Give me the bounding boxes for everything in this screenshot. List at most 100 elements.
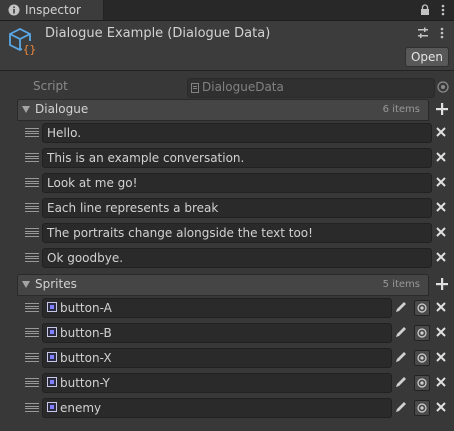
drag-handle-icon[interactable]: [25, 378, 39, 387]
sprites-list-title: Sprites: [35, 277, 77, 291]
sprite-name: button-B: [60, 326, 112, 340]
scriptable-object-icon: {}: [7, 26, 39, 58]
dialogue-line-field[interactable]: The portraits change alongside the text …: [42, 223, 432, 243]
pencil-icon[interactable]: [394, 325, 408, 339]
pencil-icon[interactable]: [394, 400, 408, 414]
pencil-icon[interactable]: [394, 300, 408, 314]
sprite-object-field[interactable]: button-A: [42, 298, 392, 318]
drag-handle-icon[interactable]: [25, 303, 39, 312]
drag-handle-icon[interactable]: [25, 228, 39, 237]
list-item: button-Y: [18, 370, 453, 395]
dialogue-line-text: Hello.: [47, 126, 82, 140]
list-item: This is an example conversation.: [18, 145, 453, 170]
remove-item-button[interactable]: [433, 124, 449, 140]
sprite-icon: [47, 402, 57, 412]
foldout-arrow-icon[interactable]: [22, 281, 30, 288]
sprite-icon: [47, 377, 57, 387]
list-item: enemy: [18, 395, 453, 420]
sprite-name: enemy: [60, 401, 102, 415]
drag-handle-icon[interactable]: [25, 353, 39, 362]
close-icon: [436, 252, 446, 262]
close-icon: [436, 227, 446, 237]
sprites-item-count: 5 items: [382, 279, 420, 290]
sprite-icon: [47, 302, 57, 312]
remove-item-button[interactable]: [433, 199, 449, 215]
plus-icon: [436, 278, 448, 290]
pencil-icon[interactable]: [394, 375, 408, 389]
plus-icon: [436, 103, 448, 115]
remove-item-button[interactable]: [433, 399, 449, 415]
lock-icon[interactable]: [418, 2, 432, 18]
dialogue-list: Dialogue 6 items Hello. This is an examp…: [17, 99, 452, 269]
dialogue-line-field[interactable]: Each line represents a break: [42, 198, 432, 218]
preset-icon[interactable]: [416, 25, 430, 41]
close-icon: [436, 377, 446, 387]
dialogue-line-field[interactable]: Look at me go!: [42, 173, 432, 193]
asset-title: Dialogue Example (Dialogue Data): [45, 26, 271, 41]
drag-handle-icon[interactable]: [25, 178, 39, 187]
tab-inspector[interactable]: Inspector: [0, 0, 104, 20]
list-item: button-B: [18, 320, 453, 345]
dialogue-line-text: This is an example conversation.: [47, 151, 245, 165]
sprites-list-header[interactable]: Sprites 5 items: [17, 274, 429, 296]
remove-item-button[interactable]: [433, 149, 449, 165]
sprite-name: button-X: [60, 351, 112, 365]
object-picker-icon[interactable]: [414, 375, 430, 391]
dialogue-list-header[interactable]: Dialogue 6 items: [17, 99, 429, 121]
object-picker-icon[interactable]: [414, 350, 430, 366]
sprites-add-button[interactable]: [432, 274, 452, 294]
sprites-list: Sprites 5 items button-A button-B button…: [17, 274, 452, 424]
dialogue-line-text: Look at me go!: [47, 176, 138, 190]
list-item: The portraits change alongside the text …: [18, 220, 453, 245]
drag-handle-icon[interactable]: [25, 128, 39, 137]
close-icon: [436, 402, 446, 412]
svg-text:{}: {}: [23, 43, 36, 56]
remove-item-button[interactable]: [433, 374, 449, 390]
remove-item-button[interactable]: [433, 174, 449, 190]
list-item: button-A: [18, 295, 453, 320]
dialogue-line-text: Each line represents a break: [47, 201, 219, 215]
drag-handle-icon[interactable]: [25, 203, 39, 212]
remove-item-button[interactable]: [433, 249, 449, 265]
remove-item-button[interactable]: [433, 224, 449, 240]
object-picker-icon[interactable]: [414, 300, 430, 316]
open-button[interactable]: Open: [405, 47, 449, 67]
close-icon: [436, 202, 446, 212]
object-picker-icon[interactable]: [414, 325, 430, 341]
dialogue-line-field[interactable]: Hello.: [42, 123, 432, 143]
object-picker-icon[interactable]: [414, 400, 430, 416]
sprite-object-field[interactable]: enemy: [42, 398, 392, 418]
dialogue-line-text: The portraits change alongside the text …: [47, 226, 313, 240]
foldout-arrow-icon[interactable]: [22, 106, 30, 113]
sprite-object-field[interactable]: button-X: [42, 348, 392, 368]
dialogue-add-button[interactable]: [432, 99, 452, 119]
dialogue-list-title: Dialogue: [35, 102, 89, 116]
tab-bar: Inspector: [0, 0, 454, 21]
drag-handle-icon[interactable]: [25, 253, 39, 262]
remove-item-button[interactable]: [433, 349, 449, 365]
dialogue-line-field[interactable]: This is an example conversation.: [42, 148, 432, 168]
close-icon: [436, 152, 446, 162]
close-icon: [436, 127, 446, 137]
script-file-icon: [191, 82, 199, 93]
kebab-menu-icon[interactable]: [436, 2, 450, 18]
drag-handle-icon[interactable]: [25, 403, 39, 412]
remove-item-button[interactable]: [433, 299, 449, 315]
remove-item-button[interactable]: [433, 324, 449, 340]
context-menu-icon[interactable]: [436, 25, 448, 41]
sprite-name: button-A: [60, 301, 112, 315]
list-item: Hello.: [18, 120, 453, 145]
sprite-object-field[interactable]: button-Y: [42, 373, 392, 393]
pencil-icon[interactable]: [394, 350, 408, 364]
drag-handle-icon[interactable]: [25, 153, 39, 162]
drag-handle-icon[interactable]: [25, 328, 39, 337]
list-item: Ok goodbye.: [18, 245, 453, 270]
script-field-row: Script DialogueData: [0, 77, 454, 98]
sprite-object-field[interactable]: button-B: [42, 323, 392, 343]
dialogue-item-count: 6 items: [382, 104, 420, 115]
list-item: Look at me go!: [18, 170, 453, 195]
sprite-icon: [47, 327, 57, 337]
script-label: Script: [33, 79, 68, 93]
dialogue-line-field[interactable]: Ok goodbye.: [42, 248, 432, 268]
list-item: button-X: [18, 345, 453, 370]
